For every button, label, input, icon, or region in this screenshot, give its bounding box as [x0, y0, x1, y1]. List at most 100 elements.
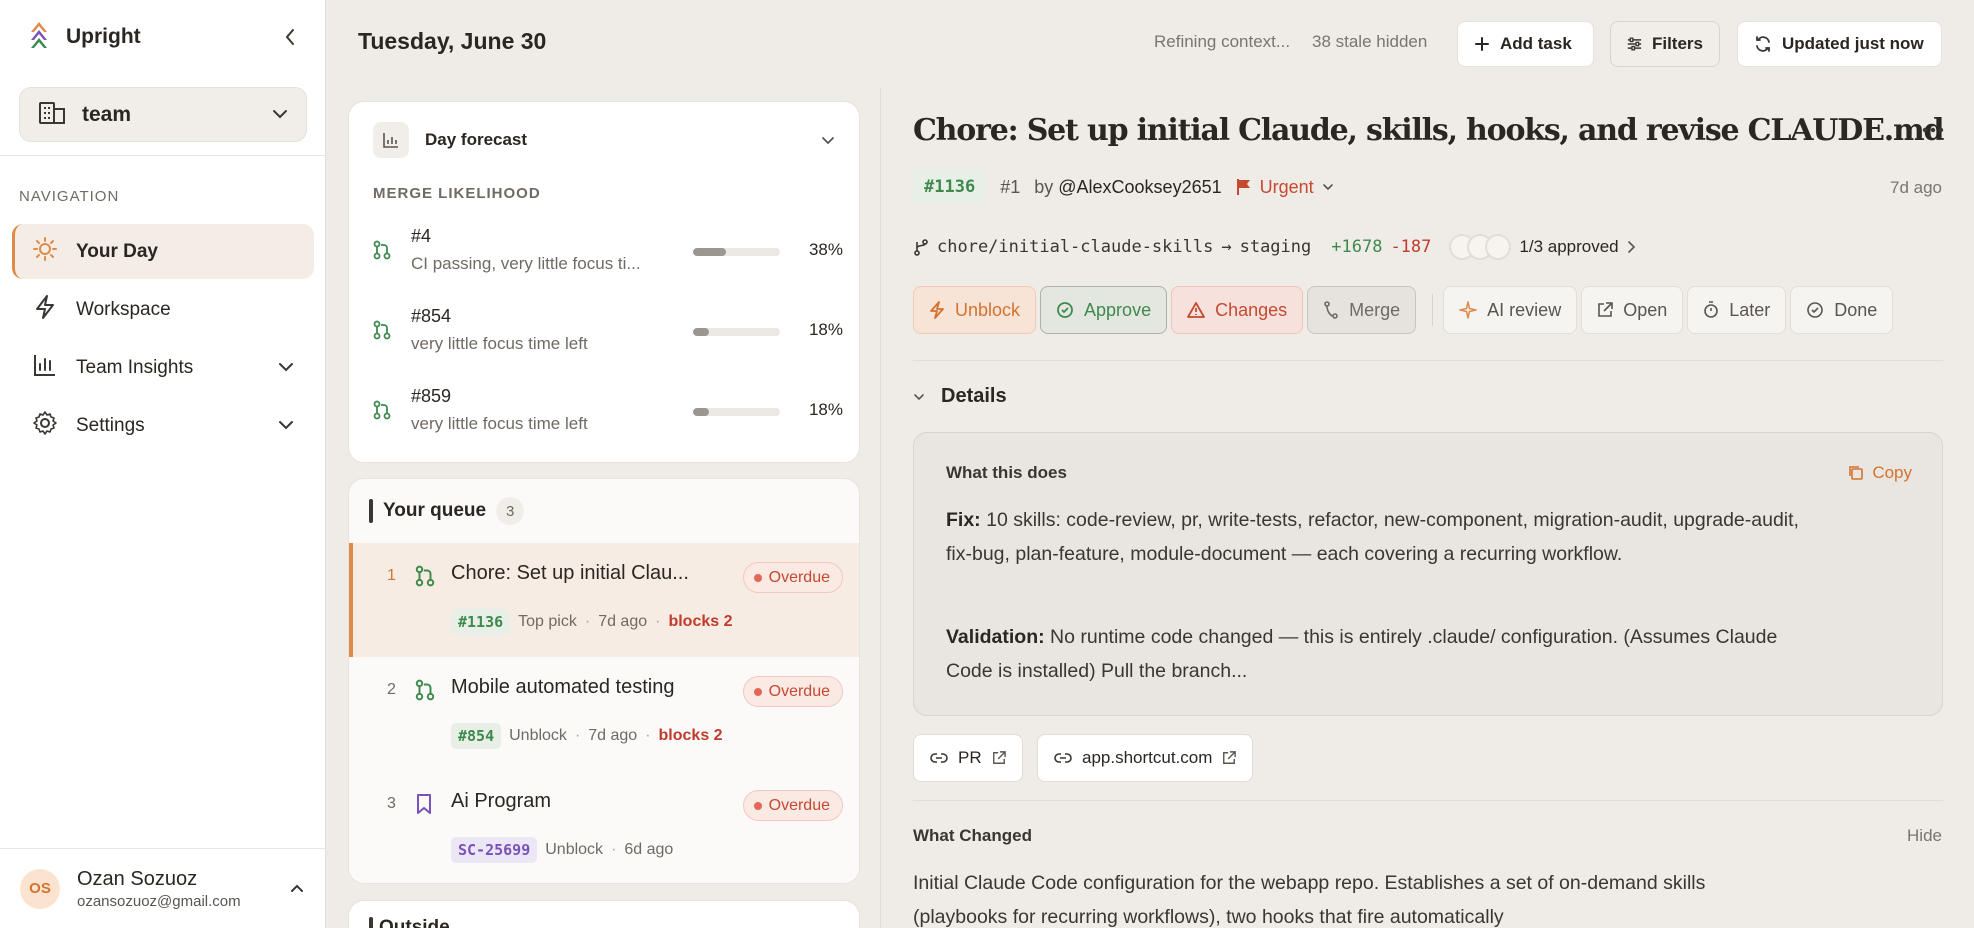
fix-text: 10 skills: code-review, pr, write-tests,… — [946, 509, 1799, 565]
id-badge: SC-25699 — [451, 837, 538, 863]
overdue-badge: Overdue — [742, 790, 843, 821]
approve-button[interactable]: Approve — [1040, 286, 1168, 334]
brand[interactable]: Upright — [28, 20, 141, 54]
team-selector[interactable]: team — [19, 87, 307, 142]
external-link-icon — [992, 751, 1006, 764]
approve-label: Approve — [1084, 299, 1152, 320]
merge-percent: 18% — [808, 400, 843, 419]
pull-request-icon — [415, 679, 435, 706]
external-link-icon — [1223, 751, 1237, 764]
page-title: Tuesday, June 30 — [358, 28, 547, 54]
pull-request-icon — [373, 240, 391, 265]
pr-link[interactable]: PR — [913, 734, 1023, 782]
refresh-button[interactable]: Updated just now — [1737, 21, 1942, 67]
updated-label: Updated just now — [1782, 34, 1924, 53]
hide-button[interactable]: Hide — [1907, 826, 1942, 846]
sidebar-item-team-insights[interactable]: Team Insights — [12, 340, 314, 395]
approver-avatars — [1449, 234, 1512, 260]
sidebar-item-your-day[interactable]: Your Day — [12, 224, 314, 279]
sidebar-item-workspace[interactable]: Workspace — [12, 282, 314, 337]
done-label: Done — [1834, 299, 1878, 320]
collapse-sidebar-button[interactable] — [278, 22, 302, 52]
merge-progress-bar — [693, 408, 780, 416]
merge-row-id: #854 — [411, 306, 452, 326]
user-menu[interactable]: OS Ozan Sozuoz ozansozuoz@gmail.com — [0, 848, 326, 928]
filters-button[interactable]: Filters — [1610, 21, 1720, 67]
branch-row: chore/initial-claude-skills → staging +1… — [913, 234, 1637, 260]
priority-dropdown[interactable]: Urgent — [1236, 177, 1334, 198]
queue-item-tag: Unblock — [545, 841, 604, 858]
fix-paragraph: Fix: 10 skills: code-review, pr, write-t… — [946, 503, 1806, 571]
queue-header: Your queue 3 — [369, 497, 525, 525]
approval-status[interactable]: 1/3 approved — [1519, 237, 1618, 257]
action-bar: Unblock Approve Changes Merge AI review … — [913, 286, 1894, 334]
fix-label: Fix: — [946, 509, 981, 531]
unblock-button[interactable]: Unblock — [913, 286, 1037, 334]
merge-row[interactable]: #854 very little focus time left 18% — [373, 306, 843, 366]
queue-item-age: 7d ago — [598, 613, 648, 630]
merge-row-desc: very little focus time left — [411, 414, 588, 433]
later-button[interactable]: Later — [1687, 286, 1787, 334]
chevron-left-icon — [285, 29, 294, 45]
queue-card: Your queue 3 1 Chore: Set up initial Cla… — [348, 478, 860, 884]
more-options-icon[interactable] — [1922, 120, 1944, 138]
forecast-header[interactable]: Day forecast — [373, 122, 527, 158]
chevron-down-icon[interactable] — [821, 132, 835, 150]
forecast-title: Day forecast — [425, 130, 528, 149]
open-button[interactable]: Open — [1581, 286, 1684, 334]
merge-icon — [1324, 301, 1338, 319]
id-badge[interactable]: #1136 — [913, 170, 987, 204]
day-forecast-card: Day forecast MERGE LIKELIHOOD #4 CI pass… — [348, 101, 860, 463]
changes-label: Changes — [1215, 299, 1288, 320]
sun-icon — [32, 236, 58, 267]
merge-row[interactable]: #859 very little focus time left 18% — [373, 386, 843, 446]
sidebar-item-label: Workspace — [76, 298, 171, 320]
queue-item-age: 7d ago — [588, 727, 638, 744]
id-badge: #854 — [451, 723, 502, 749]
merge-button[interactable]: Merge — [1307, 286, 1417, 334]
shortcut-link[interactable]: app.shortcut.com — [1037, 734, 1254, 782]
queue-item-tag: Unblock — [509, 727, 567, 744]
chevron-up-icon — [290, 880, 304, 898]
queue-item-age: 6d ago — [624, 841, 674, 858]
merge-percent: 18% — [808, 320, 843, 339]
timer-icon — [1704, 301, 1719, 318]
stale-count[interactable]: 38 stale hidden — [1312, 32, 1427, 52]
merge-likelihood-heading: MERGE LIKELIHOOD — [373, 185, 541, 202]
done-button[interactable]: Done — [1790, 286, 1894, 334]
refresh-icon — [1756, 36, 1770, 52]
author-link[interactable]: @AlexCooksey2651 — [1058, 177, 1221, 197]
queue-item[interactable]: 3 Ai Program Overdue SC-25699 Unblock · … — [349, 771, 859, 883]
copy-button[interactable]: Copy — [1848, 463, 1912, 483]
overdue-badge: Overdue — [742, 676, 843, 707]
queue-item[interactable]: 1 Chore: Set up initial Clau... Overdue … — [349, 543, 859, 657]
action-divider — [1432, 294, 1434, 326]
bar-chart-icon — [373, 122, 409, 158]
pull-request-icon — [373, 400, 391, 425]
queue-item-number: 2 — [387, 681, 396, 698]
chevron-down-icon — [1322, 184, 1333, 191]
chevron-down-icon — [914, 393, 924, 400]
queue-title: Your queue — [383, 500, 487, 521]
merge-row-id: #4 — [411, 226, 432, 246]
id-badge: #1136 — [451, 609, 511, 635]
queue-item-title: Chore: Set up initial Clau... — [451, 562, 689, 584]
branch-from: chore/initial-claude-skills — [937, 237, 1214, 257]
add-task-button[interactable]: Add task — [1457, 21, 1594, 67]
context-status: Refining context... — [1154, 32, 1291, 51]
user-email: ozansozuoz@gmail.com — [77, 892, 241, 910]
merge-row[interactable]: #4 CI passing, very little focus ti... 3… — [373, 226, 843, 286]
sidebar-item-settings[interactable]: Settings — [12, 398, 314, 453]
queue-item-meta: SC-25699 Unblock · 6d ago — [451, 837, 673, 863]
queue-item[interactable]: 2 Mobile automated testing Overdue #854 … — [349, 657, 859, 771]
avatar: OS — [20, 868, 60, 909]
merge-progress-bar — [693, 328, 780, 336]
details-toggle[interactable]: Details — [913, 385, 1007, 408]
unblock-label: Unblock — [955, 299, 1021, 320]
shortcut-link-label: app.shortcut.com — [1082, 748, 1213, 767]
ai-review-button[interactable]: AI review — [1443, 286, 1578, 334]
next-section-title: Outside — [379, 917, 450, 928]
merge-row-desc: very little focus time left — [411, 334, 588, 353]
request-changes-button[interactable]: Changes — [1171, 286, 1304, 334]
detail-number: #1 — [1000, 176, 1021, 197]
